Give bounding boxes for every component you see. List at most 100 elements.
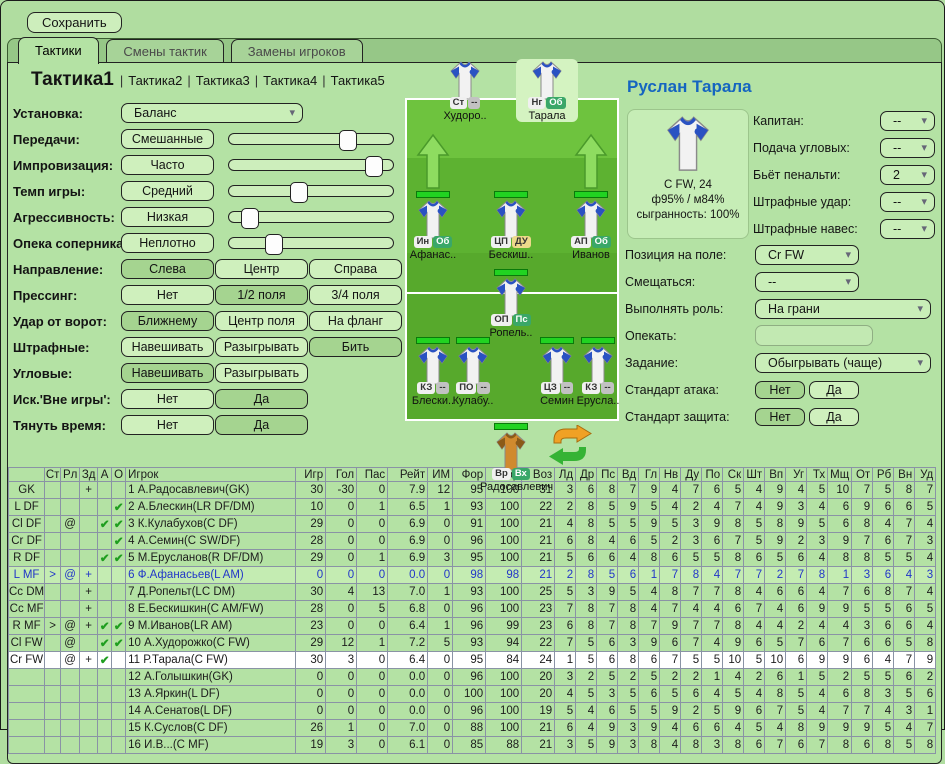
yes-no-button[interactable]: Нет	[755, 380, 805, 399]
column-header[interactable]	[7, 467, 46, 482]
field-player-Иванов[interactable]: АП Об Иванов	[560, 133, 622, 261]
tab-tactic-changes[interactable]: Смены тактик	[106, 39, 224, 64]
slider-thumb[interactable]	[265, 233, 284, 255]
setting-slider[interactable]	[228, 207, 394, 229]
column-header[interactable]: Рб	[872, 467, 895, 482]
option-button[interactable]: 3/4 поля	[309, 285, 402, 305]
instruction-dropdown[interactable]: --	[755, 271, 859, 292]
column-header[interactable]: Гл	[638, 467, 661, 482]
table-row-player-11[interactable]: Cr FW @ + ✔ 11 Р.Тарала(C FW) 30 3 0 6.4 0 95 84 24 1…	[7, 651, 937, 669]
yes-no-button[interactable]: Да	[809, 380, 859, 399]
table-row-player-10[interactable]: Cl FW @ ✔ ✔ 10 А.Худорожко(C FW) 29 12 1 7.2 5 93 9…	[7, 634, 937, 652]
column-header[interactable]: Ду	[680, 467, 703, 482]
tactic-tab-2[interactable]: Тактика2	[128, 73, 182, 88]
option-button[interactable]: Бить	[309, 337, 402, 357]
table-row-player-8[interactable]: Cc MF +8 Е.Бескишкин(C AM/FW) 28 0 5 6.8 0 96 10…	[7, 600, 937, 618]
option-button[interactable]: Навешивать	[121, 363, 214, 383]
option-button[interactable]: Да	[215, 415, 308, 435]
column-header[interactable]: Др	[575, 467, 598, 482]
column-header[interactable]: Вп	[764, 467, 787, 482]
column-header[interactable]: От	[851, 467, 874, 482]
set-piece-dropdown[interactable]: --	[880, 137, 935, 158]
column-header[interactable]: А	[97, 467, 113, 482]
field-player-Радосавлевич[interactable]: Вр Вх Радосавлевич	[480, 423, 553, 493]
table-row-player-6[interactable]: L MF > @ +6 Ф.Афанасьев(L AM) 0 0 0 0.0 0 98 98 21 2…	[7, 566, 937, 584]
option-button[interactable]: Центр поля	[215, 311, 308, 331]
setting-value-button[interactable]: Часто	[121, 155, 214, 175]
setting-value-button[interactable]: Смешанные	[121, 129, 214, 149]
option-button[interactable]: Нет	[121, 415, 214, 435]
column-header[interactable]: Игр	[295, 467, 327, 482]
column-header[interactable]: Игрок	[125, 467, 297, 482]
setting-slider[interactable]	[228, 181, 394, 203]
set-piece-dropdown[interactable]: --	[880, 218, 935, 239]
field-player-Тарала[interactable]: Нг Об Тарала	[516, 59, 578, 122]
option-button[interactable]: Навешивать	[121, 337, 214, 357]
column-header[interactable]: Вн	[893, 467, 916, 482]
slider-thumb[interactable]	[289, 181, 308, 203]
setting-slider[interactable]	[228, 129, 394, 151]
set-piece-dropdown[interactable]: --	[880, 110, 935, 131]
table-row-player-13[interactable]: 13 А.Яркин(L DF) 0 0 0 0.0 0 100 100 20 4 5 3 5 6 5 6 4 5…	[7, 685, 937, 703]
field-player-Кулабу[interactable]: ПО -- Кулабу..	[442, 337, 504, 407]
column-header[interactable]: Ск	[722, 467, 745, 482]
field-player-Ропель[interactable]: ОП Пс Ропель..	[480, 269, 542, 339]
column-header[interactable]: Рейт	[387, 467, 429, 482]
table-row-player-15[interactable]: 15 К.Суслов(C DF) 26 1 0 7.0 0 88 100 21 6 4 9 3 9 4 6 6…	[7, 719, 937, 737]
column-header[interactable]: Тх	[806, 467, 829, 482]
column-header[interactable]: Гол	[325, 467, 358, 482]
setting-value-button[interactable]: Неплотно	[121, 233, 214, 253]
table-row-player-4[interactable]: Cr DF ✔ 4 А.Семин(C SW/DF) 28 0 0 6.9 0 96 100 21 6…	[7, 532, 937, 550]
option-button[interactable]: Слева	[121, 259, 214, 279]
field-player-Бескиш[interactable]: ЦП ДУ Бескиш..	[480, 191, 542, 261]
instruction-dropdown[interactable]: На грани	[755, 298, 931, 319]
column-header[interactable]: Пс	[596, 467, 619, 482]
table-row-player-16[interactable]: 16 И.В...(C MF) 19 3 0 6.1 0 85 88 21 3 5 9 3 8 4 8 3 8 6 7…	[7, 736, 937, 754]
set-piece-dropdown[interactable]: --	[880, 191, 935, 212]
tactic-tab-3[interactable]: Тактика3	[196, 73, 250, 88]
tactic-tab-5[interactable]: Тактика5	[331, 73, 385, 88]
option-button[interactable]: Разыгрывать	[215, 337, 308, 357]
option-button[interactable]: Ближнему	[121, 311, 214, 331]
setting-slider[interactable]	[228, 233, 394, 255]
option-button[interactable]: На фланг	[309, 311, 402, 331]
column-header[interactable]: Лд	[554, 467, 577, 482]
column-header[interactable]: Пас	[356, 467, 389, 482]
column-header[interactable]: Рл	[60, 467, 81, 482]
option-button[interactable]: Да	[215, 389, 308, 409]
setting-slider[interactable]	[228, 155, 394, 177]
tactic-tab-current[interactable]: Тактика1	[31, 69, 114, 90]
table-row-player-2[interactable]: L DF ✔ 2 А.Блескин(LR DF/DM) 10 0 1 6.5 1 93 100 2…	[7, 498, 937, 516]
tab-tactics[interactable]: Тактики	[18, 37, 99, 64]
column-header[interactable]: Нв	[659, 467, 682, 482]
option-button[interactable]: Разыгрывать	[215, 363, 308, 383]
field-player-Ерусла[interactable]: КЗ -- Ерусла..	[567, 337, 629, 407]
column-header[interactable]: Вд	[617, 467, 640, 482]
swap-players-icon[interactable]	[547, 424, 593, 470]
save-button[interactable]: Сохранить	[27, 12, 122, 33]
table-row-player-14[interactable]: 14 А.Сенатов(L DF) 0 0 0 0.0 0 96 100 19 5 4 6 5 5 9 2 5…	[7, 702, 937, 720]
column-header[interactable]: Шт	[743, 467, 766, 482]
table-row-player-3[interactable]: Cl DF @ ✔ ✔ 3 К.Кулабухов(C DF) 29 0 0 6.9 0 91 100…	[7, 515, 937, 533]
option-button[interactable]: Центр	[215, 259, 308, 279]
slider-thumb[interactable]	[240, 207, 259, 229]
field-player-Афанас[interactable]: Ин Об Афанас..	[402, 133, 464, 261]
setting-value-button[interactable]: Низкая	[121, 207, 214, 227]
column-header[interactable]: Уг	[785, 467, 808, 482]
table-row-player-7[interactable]: Cc DM +7 Д.Ропельт(LC DM) 30 4 13 7.0 1 93 100 25…	[7, 583, 937, 601]
option-button[interactable]: 1/2 поля	[215, 285, 308, 305]
field-player-Худоро[interactable]: Ст -- Худоро..	[434, 59, 496, 122]
instruction-dropdown[interactable]: Обыгрывать (чаще)	[755, 352, 931, 373]
column-header[interactable]: Ст	[44, 467, 62, 482]
table-row-player-5[interactable]: R DF ✔ ✔ 5 М.Ерусланов(R DF/DM) 29 0 1 6.9 3 95 10…	[7, 549, 937, 567]
table-row-player-1[interactable]: GK +1 А.Радосавлевич(GK) 30 -30 0 7.9 12 95 100 3…	[7, 481, 937, 499]
instruction-dropdown[interactable]: Cr FW	[755, 244, 859, 265]
option-button[interactable]: Нет	[121, 389, 214, 409]
option-button[interactable]: Справа	[309, 259, 402, 279]
table-row-player-9[interactable]: R MF > @ + ✔ ✔ 9 М.Иванов(LR AM) 23 0 0 6.4 1 96 99 23…	[7, 617, 937, 635]
column-header[interactable]: Зд	[79, 467, 99, 482]
table-row-player-12[interactable]: 12 А.Голышкин(GK) 0 0 0 0.0 0 96 100 20 3 2 5 2 5 2 2 1 4…	[7, 668, 937, 686]
yes-no-button[interactable]: Нет	[755, 407, 805, 426]
slider-thumb[interactable]	[339, 129, 358, 151]
column-header[interactable]: Уд	[914, 467, 937, 482]
